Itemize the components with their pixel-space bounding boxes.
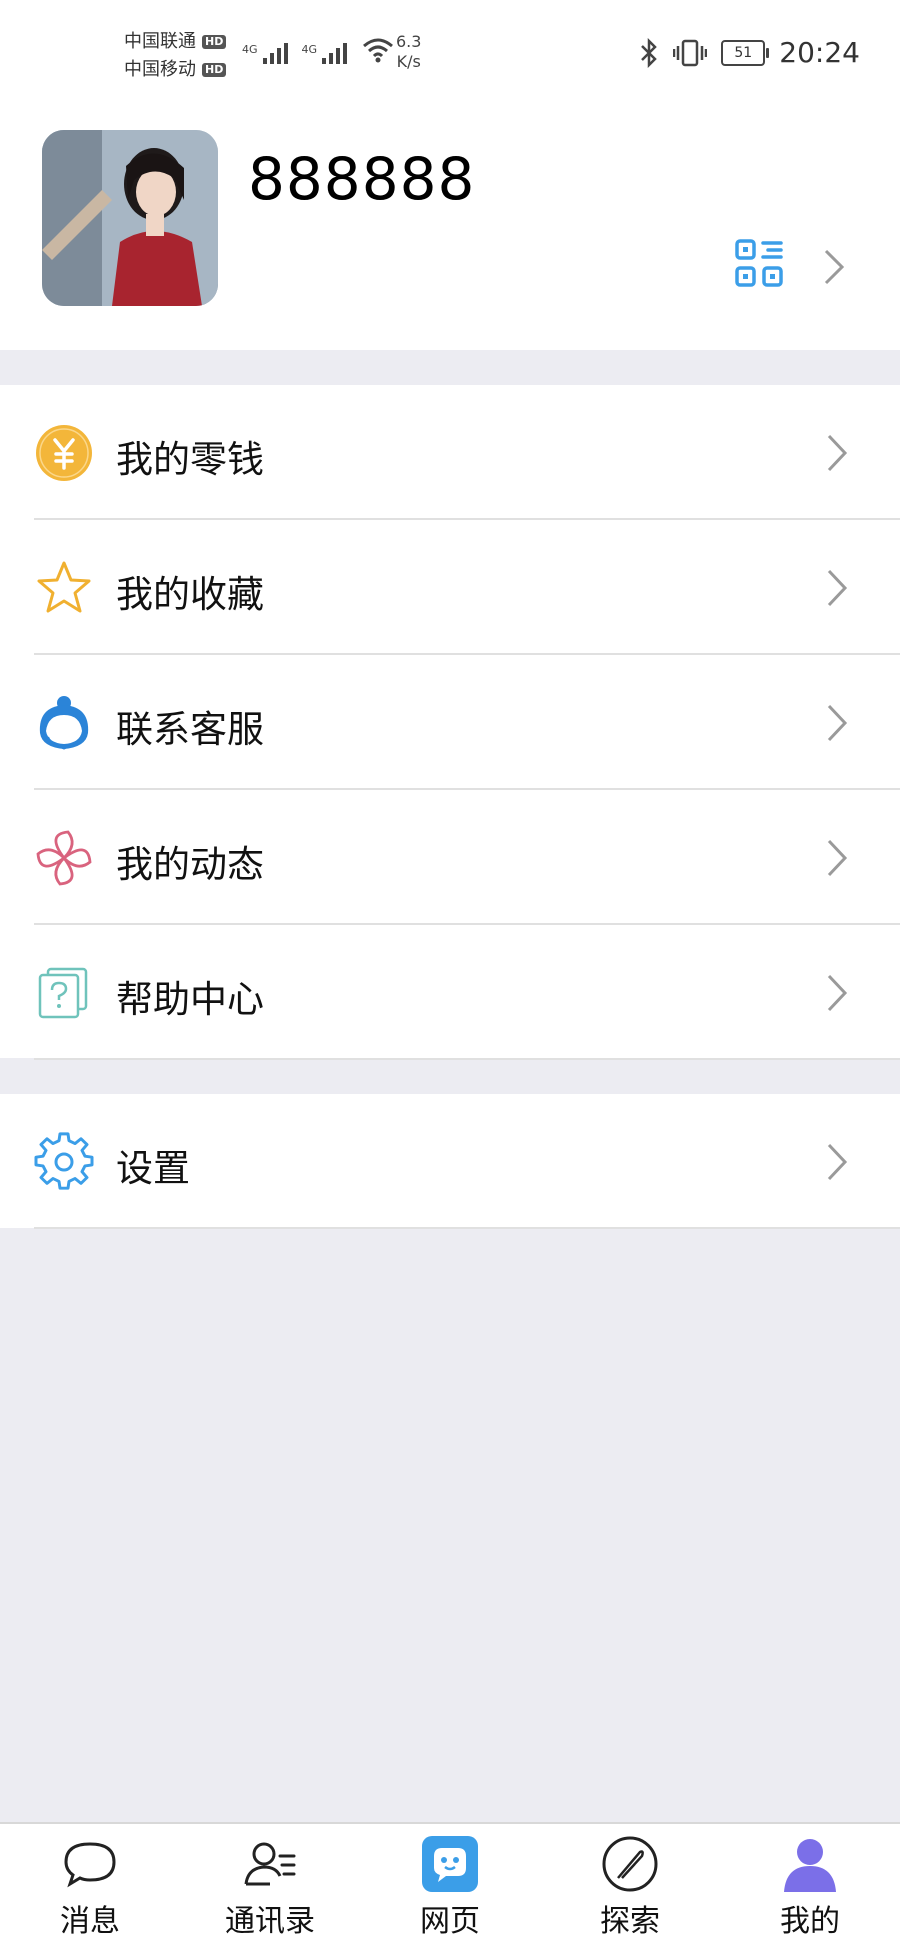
menu-group-settings: 设置	[0, 1094, 900, 1229]
menu-label-wallet: 我的零钱	[116, 438, 264, 481]
bluetooth-icon	[641, 37, 658, 68]
network-speed: 6.3 K/s	[396, 32, 421, 72]
avatar[interactable]	[42, 130, 218, 306]
tab-messages[interactable]: 消息	[15, 1834, 165, 1946]
menu-item-moments[interactable]: 我的动态	[0, 790, 900, 925]
menu-group-main: 我的零钱 我的收藏 联系客服 我的动态 帮助中心	[0, 385, 900, 1060]
chevron-right-icon[interactable]	[822, 248, 846, 286]
tab-discover[interactable]: 探索	[555, 1834, 705, 1946]
hd-badge: HD	[202, 35, 227, 49]
menu-label-customer-service: 联系客服	[116, 708, 264, 751]
network-speed-unit: K/s	[396, 52, 421, 71]
menu-item-wallet[interactable]: 我的零钱	[0, 385, 900, 520]
wifi-icon	[363, 38, 394, 63]
carrier-info: 中国联通 HD 中国移动 HD	[124, 28, 227, 84]
menu-label-moments: 我的动态	[116, 843, 264, 886]
signal-icon: 4G	[302, 43, 348, 64]
chevron-right-icon	[827, 434, 848, 472]
chevron-right-icon	[827, 974, 848, 1012]
avatar-photo	[42, 130, 218, 306]
menu-item-help-center[interactable]: 帮助中心	[0, 925, 900, 1060]
network-type-label: 4G	[242, 43, 258, 56]
menu-item-customer-service[interactable]: 联系客服	[0, 655, 900, 790]
divider	[34, 1058, 900, 1060]
web-app-icon	[422, 1836, 478, 1892]
signal-indicators: 4G 4G	[242, 36, 395, 64]
vibrate-icon	[673, 39, 708, 66]
tab-label-web: 网页	[420, 1904, 480, 1939]
carrier-1: 中国联通	[124, 31, 196, 52]
clock: 20:24	[779, 36, 860, 69]
menu-label-favorites: 我的收藏	[116, 573, 264, 616]
qr-code-icon[interactable]	[734, 238, 784, 288]
menu-item-favorites[interactable]: 我的收藏	[0, 520, 900, 655]
carrier-2: 中国移动	[124, 59, 196, 80]
menu-label-settings: 设置	[116, 1147, 190, 1190]
tab-label-messages: 消息	[60, 1904, 120, 1939]
bottom-tab-bar: 消息 通讯录 网页 探索 我的	[0, 1822, 900, 1952]
signal-icon: 4G	[242, 43, 288, 64]
customer-service-icon	[39, 696, 89, 750]
pinwheel-icon	[36, 830, 92, 886]
contacts-icon	[244, 1842, 296, 1886]
chevron-right-icon	[827, 704, 848, 742]
chevron-right-icon	[827, 839, 848, 877]
battery-level: 51	[734, 44, 753, 61]
tab-me[interactable]: 我的	[735, 1834, 885, 1946]
tab-label-contacts: 通讯录	[225, 1904, 315, 1939]
person-icon	[784, 1839, 836, 1892]
chat-bubble-icon	[64, 1842, 116, 1888]
system-status: 51 20:24	[639, 36, 860, 69]
username: 888888	[248, 145, 476, 213]
tab-label-me: 我的	[780, 1904, 840, 1939]
tab-label-discover: 探索	[600, 1904, 660, 1939]
help-icon	[38, 967, 88, 1019]
battery-icon: 51	[721, 39, 770, 66]
network-type-label: 4G	[301, 43, 318, 56]
divider	[34, 1227, 900, 1229]
menu-item-settings[interactable]: 设置	[0, 1094, 900, 1229]
status-bar: 中国联通 HD 中国移动 HD 4G 4G 6.3 K/s 51 20:24	[0, 0, 900, 100]
chevron-right-icon	[827, 1143, 848, 1181]
profile-header[interactable]: 888888	[0, 100, 900, 350]
star-icon	[37, 561, 91, 613]
hd-badge: HD	[202, 63, 227, 77]
network-speed-value: 6.3	[396, 32, 422, 51]
compass-icon	[602, 1836, 658, 1892]
chevron-right-icon	[827, 569, 848, 607]
menu-label-help-center: 帮助中心	[116, 978, 264, 1021]
tab-contacts[interactable]: 通讯录	[195, 1834, 345, 1946]
tab-web[interactable]: 网页	[375, 1834, 525, 1946]
yuan-coin-icon	[36, 425, 92, 481]
gear-icon	[34, 1132, 94, 1190]
